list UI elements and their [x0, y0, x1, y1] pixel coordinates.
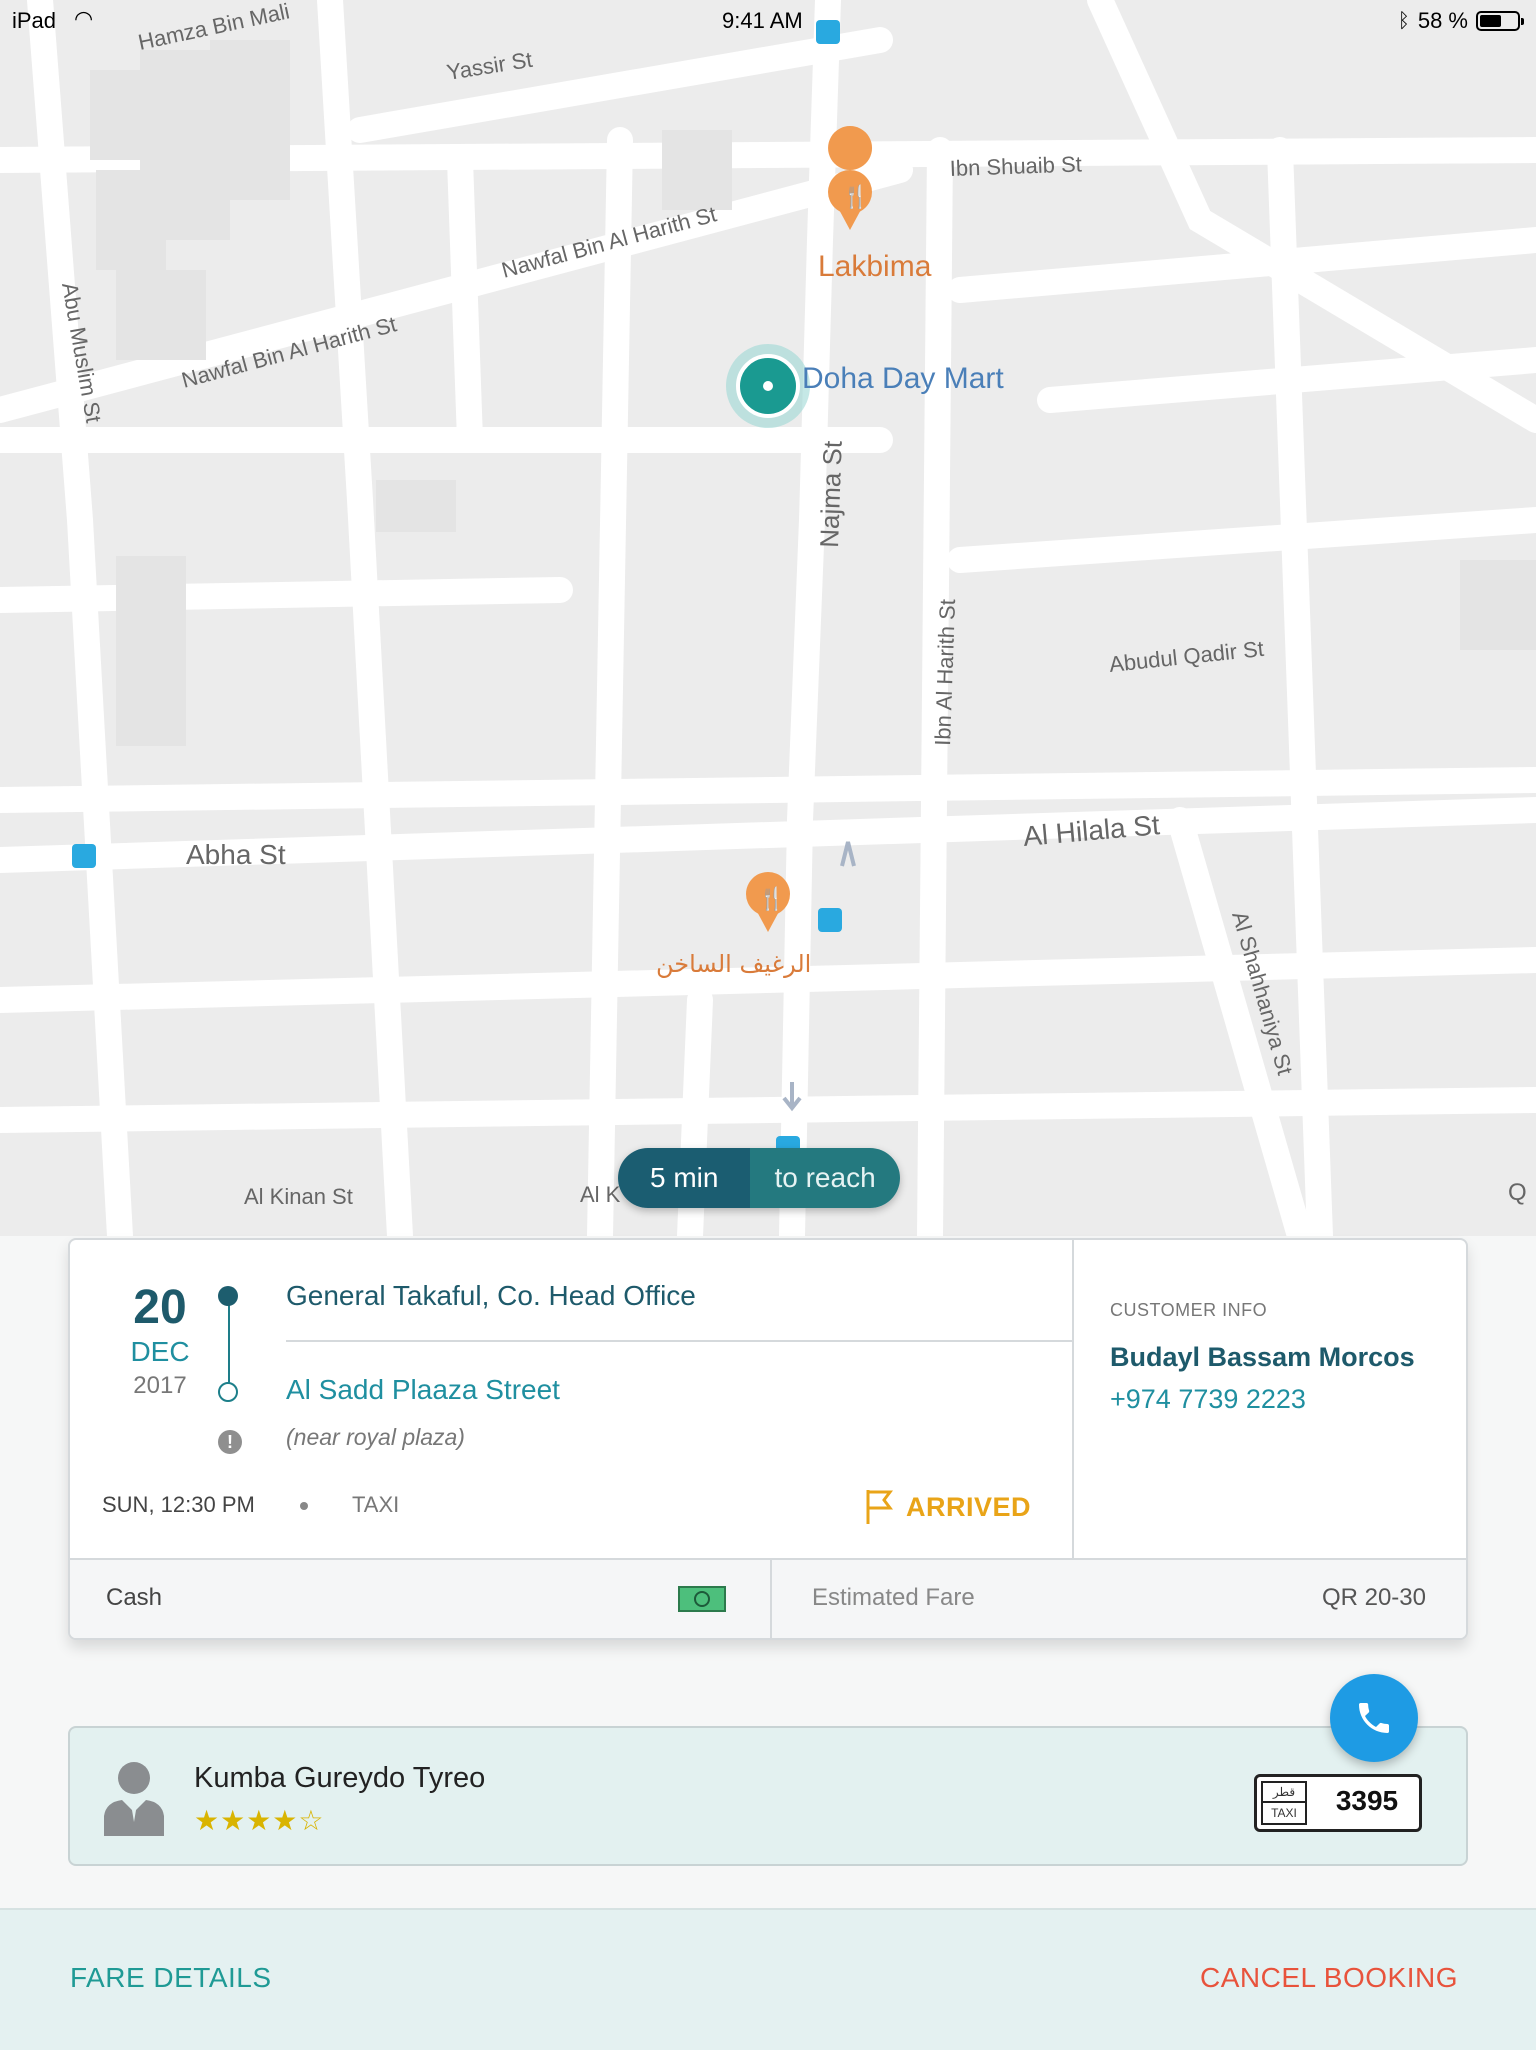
svg-text:🍴: 🍴	[758, 886, 785, 912]
svg-text:🍴: 🍴	[842, 184, 869, 210]
svg-text:Q: Q	[1508, 1179, 1527, 1206]
svg-text:Ibn Al Harith St: Ibn Al Harith St	[930, 599, 960, 747]
dropoff-note: (near royal plaza)	[286, 1424, 465, 1450]
eta-time: 5 min	[618, 1148, 751, 1208]
cash-icon	[678, 1586, 726, 1612]
status-right: ᛒ 58 %	[1397, 8, 1524, 34]
customer-phone[interactable]: +974 7739 2223	[1110, 1384, 1306, 1415]
driver-card: Kumba Gureydo Tyreo ★★★★☆ قطر TAXI 3395	[68, 1726, 1468, 1866]
customer-name: Budayl Bassam Morcos	[1110, 1342, 1415, 1372]
phone-icon	[1359, 1703, 1389, 1733]
date-day: 20	[133, 1281, 187, 1334]
pickup-address: General Takaful, Co. Head Office	[286, 1280, 696, 1311]
bottom-action-bar: FARE DETAILS CANCEL BOOKING	[0, 1908, 1536, 2050]
status-bar: iPad ◠ 9:41 AM ᛒ 58 %	[0, 0, 1536, 44]
info-icon: !	[218, 1430, 242, 1454]
license-plate: قطر TAXI 3395	[1254, 1774, 1422, 1832]
booking-time: SUN, 12:30 PM	[102, 1492, 255, 1517]
call-driver-button[interactable]	[1330, 1674, 1418, 1762]
flag-icon	[866, 1490, 893, 1524]
eta-pill: 5 min to reach	[618, 1148, 900, 1208]
route-line	[228, 1295, 230, 1387]
vehicle-type: TAXI	[352, 1492, 400, 1517]
svg-text:Al K: Al K	[580, 1182, 621, 1207]
payment-method: Cash	[106, 1584, 163, 1611]
map-view[interactable]: Hamza Bin Mali Yassir St Ibn Shuaib St N…	[0, 0, 1536, 1236]
cancel-booking-button[interactable]: CANCEL BOOKING	[1200, 1962, 1458, 1994]
eta-label: to reach	[750, 1148, 900, 1208]
plate-number: 3395	[1335, 1785, 1399, 1816]
svg-text:الرغيف الساخن: الرغيف الساخن	[656, 950, 811, 978]
svg-text:Abha St: Abha St	[186, 839, 286, 870]
svg-text:Ibn Shuaib St: Ibn Shuaib St	[949, 151, 1082, 181]
battery-icon	[1476, 11, 1524, 31]
separator-dot	[300, 1502, 308, 1510]
route-divider	[286, 1340, 1072, 1342]
driver-rating: ★★★★☆	[194, 1805, 325, 1836]
dropoff-address: Al Sadd Plaaza Street	[286, 1374, 560, 1405]
estimated-fare-label: Estimated Fare	[812, 1584, 975, 1611]
dropoff-dot-icon	[218, 1382, 238, 1402]
bluetooth-icon: ᛒ	[1397, 9, 1410, 32]
svg-text:Doha Day Mart: Doha Day Mart	[802, 362, 1004, 395]
plate-type: TAXI	[1271, 1806, 1297, 1820]
customer-info-label: CUSTOMER INFO	[1110, 1300, 1268, 1320]
card-divider	[1072, 1240, 1074, 1558]
driver-name: Kumba Gureydo Tyreo	[194, 1762, 486, 1794]
fare-details-button[interactable]: FARE DETAILS	[70, 1962, 272, 1994]
driver-avatar-icon	[104, 1762, 164, 1836]
date-year: 2017	[133, 1372, 187, 1399]
wifi-icon: ◠	[74, 6, 94, 31]
plate-badge: قطر TAXI	[1261, 1781, 1307, 1825]
svg-text:Najma St: Najma St	[814, 440, 848, 549]
status-text: ARRIVED	[906, 1491, 1032, 1522]
battery-percent: 58 %	[1417, 8, 1468, 33]
status-badge: ARRIVED	[864, 1488, 1031, 1526]
estimated-fare-value: QR 20-30	[1321, 1584, 1426, 1611]
pickup-dot-icon	[218, 1286, 238, 1306]
svg-text:Al Kinan St: Al Kinan St	[244, 1184, 353, 1209]
payment-row	[70, 1558, 1466, 1638]
device-name: iPad	[12, 8, 57, 33]
booking-card: 20 DEC 2017 ! General Takaful, Co. Head …	[68, 1238, 1468, 1640]
payment-divider	[770, 1558, 772, 1638]
svg-text:Lakbima: Lakbima	[818, 250, 932, 283]
plate-country: قطر	[1263, 1783, 1305, 1803]
date-month: DEC	[130, 1336, 190, 1367]
status-time: 9:41 AM	[722, 8, 803, 33]
map-streets: Hamza Bin Mali Yassir St Ibn Shuaib St N…	[0, 0, 1536, 1236]
